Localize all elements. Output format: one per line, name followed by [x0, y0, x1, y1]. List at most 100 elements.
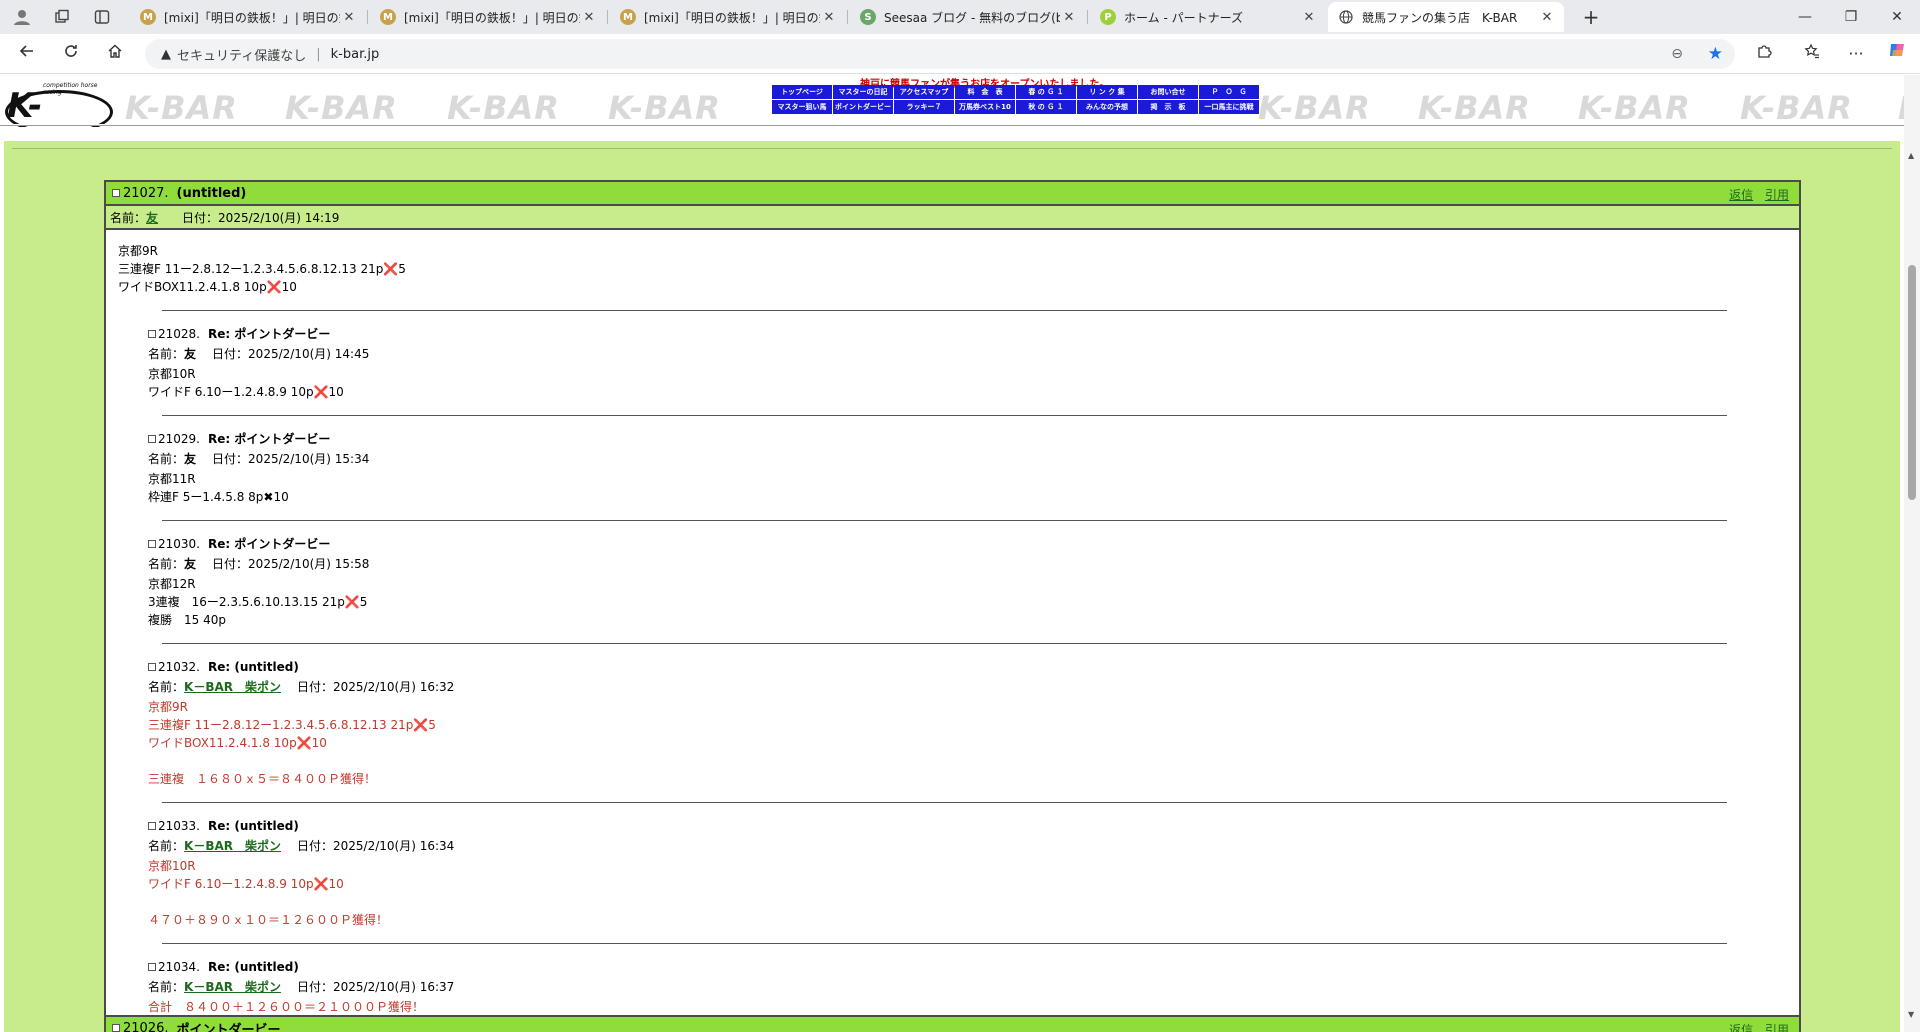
- thread-number: 21027.: [123, 185, 169, 201]
- workspaces-icon[interactable]: [42, 0, 82, 34]
- reply-message: 京都9R 三連複F 11ー2.8.12ー1.2.3.4.5.6.8.12.13 2…: [148, 698, 1787, 788]
- profile-icon[interactable]: [2, 0, 42, 34]
- reply-message: 京都10R ワイドF 6.10ー1.2.4.8.9 10p❌10 ４７０＋８９０ｘ１…: [148, 857, 1787, 929]
- nav-menu-item[interactable]: 一口馬主に挑戦: [1199, 100, 1259, 114]
- security-status[interactable]: セキュリティ保護なし: [177, 45, 306, 64]
- vertical-tabs-icon[interactable]: [82, 0, 122, 34]
- url-text[interactable]: k-bar.jp: [331, 47, 380, 62]
- reply-meta: 名前：友 日付： 2025/2/10(月) 15:34: [148, 448, 1787, 470]
- site-logo[interactable]: K-BAR competition horse racing: [3, 78, 115, 127]
- reply-author: 友: [184, 347, 197, 361]
- close-window-button[interactable]: ✕: [1874, 0, 1920, 34]
- thread-checkbox[interactable]: [112, 189, 120, 197]
- nav-menu-item[interactable]: 秋 の Ｇ １: [1016, 100, 1076, 114]
- date-label: 日付：: [297, 839, 334, 853]
- nav-menu-item[interactable]: トップページ: [772, 85, 832, 99]
- favorites-button[interactable]: [1797, 40, 1827, 68]
- reply-checkbox[interactable]: [148, 822, 156, 830]
- site-header: K-BAR K-BAR K-BAR K-BAR K-BAR K-BAR K-BAR K-BAR…: [0, 75, 1904, 127]
- nav-menu-item[interactable]: ポイントダービー: [833, 100, 893, 114]
- reply-checkbox[interactable]: [148, 540, 156, 548]
- message-line: 枠連F 5ー1.4.5.8 8p✖10: [148, 490, 289, 504]
- home-button[interactable]: [100, 40, 130, 68]
- extensions-button[interactable]: [1749, 40, 1779, 68]
- reply-author[interactable]: K－BAR 柴ポン: [184, 837, 281, 855]
- tab-close-icon[interactable]: ✕: [1538, 10, 1556, 25]
- thread-21026: 21026. ポイントダービー 返信 引用: [104, 1015, 1801, 1032]
- nav-menu-item[interactable]: 料 金 表: [955, 85, 1015, 99]
- reply-number: 21032.: [158, 660, 200, 674]
- tab-close-icon[interactable]: ✕: [580, 10, 598, 25]
- reply-post: 21034. Re: (untitled) 名前： K－BAR 柴ポン 日付： 2025/…: [148, 958, 1787, 1016]
- scroll-thumb[interactable]: [1908, 265, 1916, 500]
- scroll-down-arrow-icon[interactable]: ▼: [1908, 1010, 1914, 1019]
- copilot-button[interactable]: [1882, 40, 1912, 68]
- restore-button[interactable]: ❐: [1828, 0, 1874, 34]
- reply-title: Re: ポイントダービー: [208, 327, 331, 341]
- tab-close-icon[interactable]: ✕: [340, 10, 358, 25]
- thread-title: ポイントダービー: [176, 1022, 281, 1032]
- browser-tab[interactable]: S Seesaa ブログ - 無料のブログ(blog)サ✕: [850, 2, 1086, 32]
- reply-checkbox[interactable]: [148, 330, 156, 338]
- refresh-button[interactable]: [56, 40, 86, 68]
- nav-menu-item[interactable]: リ ン ク 集: [1077, 85, 1137, 99]
- reply-link[interactable]: 返信: [1729, 188, 1753, 202]
- reply-number: 21029.: [158, 432, 200, 446]
- reply-author[interactable]: K－BAR 柴ポン: [184, 678, 281, 696]
- tab-close-icon[interactable]: ✕: [1060, 10, 1078, 25]
- reply-checkbox[interactable]: [148, 435, 156, 443]
- nav-menu-item[interactable]: Ｐ Ｏ Ｇ: [1199, 85, 1259, 99]
- reply-date: 2025/2/10(月) 15:34: [248, 452, 370, 466]
- browser-tab[interactable]: 競馬ファンの集う店 K-BAR ✕: [1328, 2, 1564, 32]
- thread-title-bar: 21027. (untitled) 返信 引用: [106, 182, 1799, 206]
- quote-link[interactable]: 引用: [1765, 188, 1789, 202]
- tab-separator: [367, 10, 368, 24]
- zoom-icon[interactable]: ⊖: [1671, 46, 1683, 62]
- browser-tab[interactable]: M [mixi]「明日の鉄板！」| 明日の鉄板✕: [610, 2, 846, 32]
- reply-checkbox[interactable]: [148, 663, 156, 671]
- nav-menu-item[interactable]: 万馬券ベスト10: [955, 100, 1015, 114]
- reply-date: 2025/2/10(月) 16:37: [333, 980, 455, 994]
- address-toolbar: ▲ セキュリティ保護なし | k-bar.jp ⊖ ★ ···: [0, 34, 1920, 74]
- nav-menu-item[interactable]: お問い合せ: [1138, 85, 1198, 99]
- more-menu-button[interactable]: ···: [1841, 40, 1871, 68]
- watermark-logo: K-BAR: [285, 89, 398, 127]
- minimize-button[interactable]: —: [1782, 0, 1828, 34]
- reply-link[interactable]: 返信: [1729, 1023, 1753, 1032]
- tab-favicon-icon: P: [1100, 9, 1116, 25]
- new-tab-button[interactable]: +: [1577, 4, 1605, 30]
- copilot-icon: [1890, 44, 1904, 56]
- nav-menu-item[interactable]: 掲 示 板: [1138, 100, 1198, 114]
- reply-number: 21034.: [158, 960, 200, 974]
- nav-menu-item[interactable]: 春 の Ｇ １: [1016, 85, 1076, 99]
- favorite-star-icon[interactable]: ★: [1708, 44, 1723, 64]
- browser-tab[interactable]: M [mixi]「明日の鉄板！」| 明日の鉄板✕: [130, 2, 366, 32]
- omnibox[interactable]: ▲ セキュリティ保護なし | k-bar.jp ⊖ ★: [145, 39, 1735, 69]
- tab-close-icon[interactable]: ✕: [1300, 10, 1318, 25]
- browser-tab[interactable]: M [mixi]「明日の鉄板！」| 明日の鉄板✕: [370, 2, 606, 32]
- nav-menu-item[interactable]: マスターの日記: [833, 85, 893, 99]
- nav-menu-item[interactable]: ラッキー７: [894, 100, 954, 114]
- warning-icon[interactable]: ▲: [161, 47, 171, 62]
- reply-meta: 名前： K－BAR 柴ポン 日付： 2025/2/10(月) 16:32: [148, 676, 1787, 698]
- reply-checkbox[interactable]: [148, 963, 156, 971]
- reply-post: 21028. Re: ポイントダービー 名前：友 日付： 2025/2/10(月) 14…: [148, 325, 1787, 401]
- quote-link[interactable]: 引用: [1765, 1023, 1789, 1032]
- tab-favicon-icon: [1338, 9, 1354, 25]
- message-line: 三連複F 11ー2.8.12ー1.2.3.4.5.6.8.12.13 21p❌5: [118, 262, 406, 276]
- reply-author[interactable]: K－BAR 柴ポン: [184, 978, 281, 996]
- nav-menu-item[interactable]: みんなの予想: [1077, 100, 1137, 114]
- author-link[interactable]: 友: [146, 209, 158, 226]
- browser-tab[interactable]: P ホーム - パートナーズ ✕: [1090, 2, 1326, 32]
- scroll-up-arrow-icon[interactable]: ▲: [1908, 151, 1914, 160]
- back-button[interactable]: [12, 40, 42, 68]
- page-scrollbar[interactable]: ▲ ▼: [1904, 75, 1920, 1032]
- message-line: 京都10R: [148, 367, 196, 381]
- tab-close-icon[interactable]: ✕: [820, 10, 838, 25]
- browser-tab-bar: M[mixi]「明日の鉄板！」| 明日の鉄板✕M[mixi]「明日の鉄板！」| …: [0, 0, 1920, 34]
- reply-title: Re: (untitled): [208, 960, 299, 974]
- thread-checkbox[interactable]: [112, 1024, 120, 1032]
- nav-menu-item[interactable]: アクセスマップ: [894, 85, 954, 99]
- logo-small-text: competition horse racing: [43, 82, 98, 96]
- nav-menu-item[interactable]: マスター狙い馬: [772, 100, 832, 114]
